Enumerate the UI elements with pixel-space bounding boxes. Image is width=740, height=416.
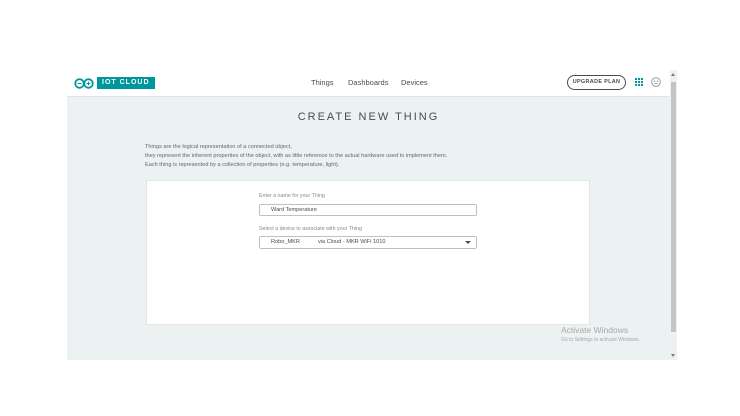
activate-windows-watermark: Activate Windows Go to Settings to activ… [561,325,640,343]
description-line: Things are the logical representation of… [145,144,292,150]
thing-name-input[interactable] [259,204,477,216]
arduino-logo[interactable]: IOT CLOUD [74,77,155,89]
user-avatar-icon[interactable] [651,77,661,87]
infinity-logo-icon [74,77,94,89]
chevron-down-icon [465,241,471,244]
device-detail: via Cloud - MKR WiFi 1010 [318,239,386,245]
watermark-subtitle: Go to Settings to activate Windows. [561,337,640,343]
device-field-label: Select a device to associate with your T… [259,226,362,232]
apps-grid-icon[interactable] [635,78,644,87]
scrollbar-thumb[interactable] [671,82,676,332]
watermark-title: Activate Windows [561,325,629,335]
nav-devices[interactable]: Devices [401,70,428,96]
top-navbar: IOT CLOUD Things Dashboards Devices UPGR… [67,70,670,97]
scroll-up-arrow-icon[interactable] [671,73,675,76]
device-select[interactable]: Robo_MKR via Cloud - MKR WiFi 1010 [259,236,477,249]
browser-viewport: IOT CLOUD Things Dashboards Devices UPGR… [67,70,677,360]
vertical-scrollbar[interactable] [670,70,677,360]
name-field-label: Enter a name for your Thing [259,193,325,199]
logo-text: IOT CLOUD [97,77,155,89]
page-title: CREATE NEW THING [297,111,440,123]
description-line: Each thing is represented by a collectio… [145,162,340,168]
create-thing-card: Enter a name for your Thing Select a dev… [146,180,590,325]
scroll-down-arrow-icon[interactable] [671,354,675,357]
nav-dashboards[interactable]: Dashboards [348,70,388,96]
description: Things are the logical representation of… [145,143,447,170]
nav-things[interactable]: Things [311,70,334,96]
upgrade-plan-button[interactable]: UPGRADE PLAN [567,75,626,90]
device-name: Robo_MKR [271,239,300,245]
description-line: they represent the inherent properties o… [145,153,448,159]
